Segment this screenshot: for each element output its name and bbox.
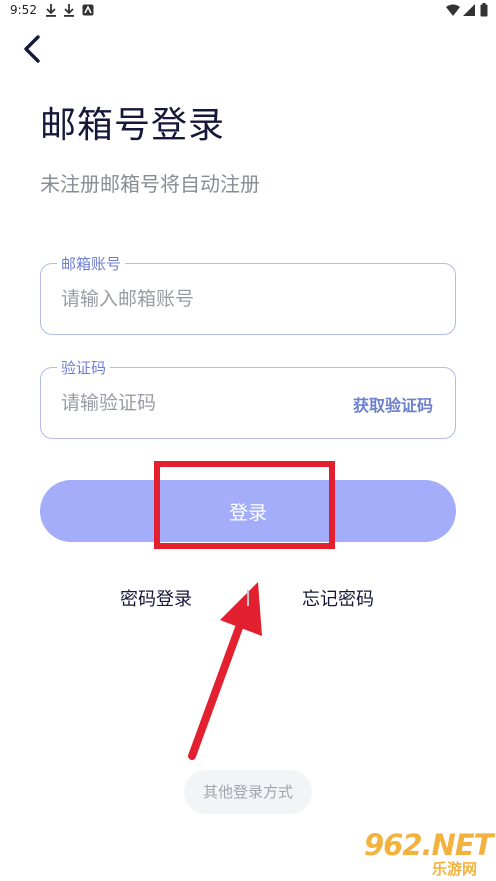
watermark-logo-text: 962.NET (364, 828, 493, 862)
email-field-label: 邮箱账号 (57, 253, 126, 274)
status-time: 9:52 (10, 3, 37, 17)
verification-code-field[interactable]: 验证码 获取验证码 (40, 357, 456, 439)
pointer-arrow-icon (188, 582, 262, 760)
download-icon (64, 4, 74, 17)
verification-code-label: 验证码 (57, 357, 111, 378)
email-input[interactable] (61, 284, 341, 314)
login-button[interactable]: 登录 (40, 480, 456, 542)
watermark-logo: 962.NET 乐游网 (356, 826, 496, 878)
divider (247, 590, 249, 606)
battery-icon (480, 3, 488, 17)
app-notification-icon (82, 4, 94, 16)
get-code-button[interactable]: 获取验证码 (353, 392, 433, 416)
download-icon (46, 4, 56, 17)
chevron-left-icon (24, 35, 40, 63)
forgot-password-link[interactable]: 忘记密码 (302, 585, 374, 611)
verification-code-input[interactable] (61, 388, 321, 418)
watermark-sub-text: 乐游网 (432, 860, 478, 878)
email-field[interactable]: 邮箱账号 (40, 253, 456, 335)
password-login-link[interactable]: 密码登录 (120, 585, 192, 611)
other-login-methods-button[interactable]: 其他登录方式 (184, 770, 312, 814)
page-title: 邮箱号登录 (40, 105, 226, 146)
wifi-icon (446, 4, 460, 16)
signal-icon (463, 4, 475, 16)
page-subtitle: 未注册邮箱号将自动注册 (40, 172, 260, 196)
status-bar: 9:52 (0, 0, 496, 22)
back-button[interactable] (18, 32, 52, 66)
